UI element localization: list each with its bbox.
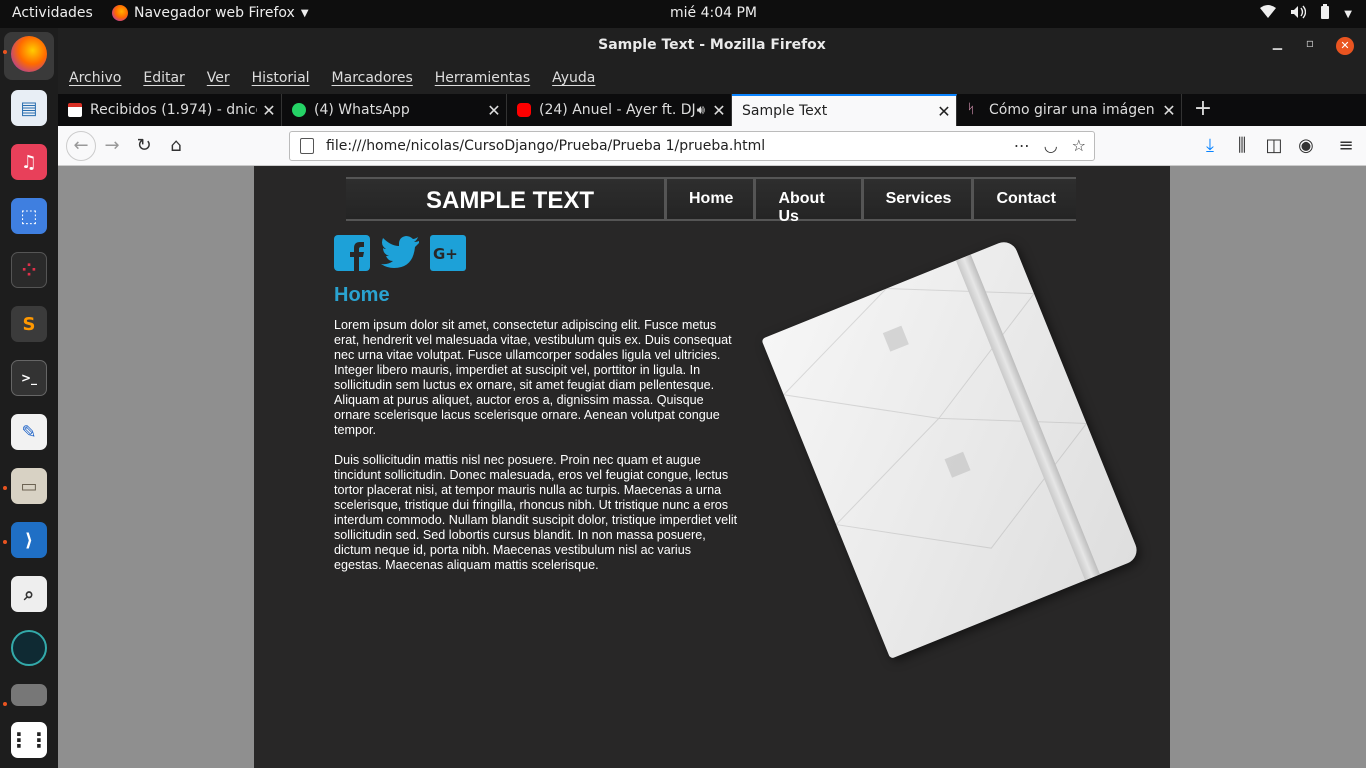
google-plus-icon[interactable]: G+ — [430, 235, 466, 271]
music-icon[interactable]: ♫ — [11, 144, 47, 180]
chevron-down-icon: ▼ — [300, 7, 309, 19]
youtube-icon — [517, 103, 531, 117]
terminal-icon[interactable]: >_ — [11, 360, 47, 396]
nav-about-us[interactable]: About Us — [753, 179, 860, 225]
site-nav: Home About Us Services Contact — [664, 179, 1076, 225]
tab-gmail[interactable]: Recibidos (1.974) - dnicol ✕ — [58, 94, 282, 126]
menu-ver[interactable]: Ver — [196, 64, 241, 94]
menu-editar[interactable]: Editar — [132, 64, 195, 94]
files-icon[interactable]: ▭ — [11, 468, 47, 504]
app-menu[interactable]: Navegador web Firefox ▼ — [112, 5, 309, 21]
site-header: SAMPLE TEXT Home About Us Services Conta… — [346, 177, 1076, 225]
tab-stackoverflow[interactable]: ᛋ Cómo girar una imágen c ✕ — [957, 94, 1182, 126]
window-titlebar[interactable]: Sample Text - Mozilla Firefox ▁ ▫ ✕ — [58, 28, 1366, 64]
firefox-icon[interactable] — [11, 36, 47, 72]
page-viewport: SAMPLE TEXT Home About Us Services Conta… — [58, 166, 1366, 768]
dock: ▤ ♫ ⬚ ⁘ S >_ ✎ ▭ ⟩ ⌕ ⋮⋮ — [0, 28, 58, 768]
body-paragraph-2: Duis sollicitudin mattis nisl nec posuer… — [334, 453, 738, 572]
maximize-icon[interactable]: ▫ — [1306, 36, 1314, 50]
close-tab-icon[interactable]: ✕ — [707, 101, 731, 120]
minimize-icon[interactable]: ▁ — [1273, 36, 1282, 50]
nav-services[interactable]: Services — [860, 179, 972, 219]
document-viewer-icon[interactable]: ▤ — [11, 90, 47, 126]
close-tab-icon[interactable]: ✕ — [482, 101, 506, 120]
system-top-bar: Actividades Navegador web Firefox ▼ mié … — [0, 0, 1366, 28]
navigation-toolbar: ← → ↻ ⌂ ⋯ ◡ ☆ ⤓ ⫼ ◫ ◉ ≡ — [58, 126, 1366, 166]
notebook-pattern — [782, 288, 1088, 549]
page-icon — [300, 138, 314, 154]
bookmark-star-icon[interactable]: ☆ — [1072, 136, 1086, 155]
window-title: Sample Text - Mozilla Firefox — [598, 37, 826, 53]
nav-contact[interactable]: Contact — [971, 179, 1076, 219]
activities-button[interactable]: Actividades — [12, 5, 93, 21]
system-tray[interactable]: ▼ — [1260, 4, 1352, 24]
close-tab-icon[interactable]: ✕ — [1157, 101, 1181, 120]
tab-sample-text[interactable]: Sample Text ✕ — [732, 94, 957, 126]
page-actions-icon[interactable]: ⋯ — [1014, 136, 1030, 155]
close-window-button[interactable]: ✕ — [1336, 37, 1354, 55]
url-bar[interactable]: ⋯ ◡ ☆ — [289, 131, 1095, 161]
running-indicator — [3, 486, 7, 490]
gmail-icon — [68, 103, 82, 117]
screenshot-icon[interactable]: ⬚ — [11, 198, 47, 234]
facebook-icon[interactable] — [334, 235, 370, 271]
notebook-image — [761, 237, 1141, 660]
sidebar-icon[interactable]: ◫ — [1262, 134, 1286, 158]
tab-bar: Recibidos (1.974) - dnicol ✕ (4) WhatsAp… — [58, 94, 1366, 126]
page-container: SAMPLE TEXT Home About Us Services Conta… — [254, 166, 1170, 768]
svg-text:G+: G+ — [433, 245, 458, 263]
menu-historial[interactable]: Historial — [241, 64, 321, 94]
clock[interactable]: mié 4:04 PM — [670, 5, 757, 21]
stackoverflow-icon: ᛋ — [967, 102, 975, 117]
pocket-icon[interactable]: ◡ — [1044, 136, 1058, 155]
close-tab-icon[interactable]: ✕ — [257, 101, 281, 120]
home-button[interactable]: ⌂ — [164, 134, 188, 158]
whatsapp-icon — [292, 103, 306, 117]
tab-youtube[interactable]: (24) Anuel - Ayer ft. DJ 🔊︎ ✕ — [507, 94, 732, 126]
app-menu-label: Navegador web Firefox — [134, 5, 295, 21]
vscode-icon[interactable]: ⟩ — [11, 522, 47, 558]
firefox-icon — [112, 5, 128, 21]
hamburger-menu-icon[interactable]: ≡ — [1334, 134, 1358, 158]
close-tab-icon[interactable]: ✕ — [932, 102, 956, 121]
app-grid-dots-icon[interactable]: ⁘ — [11, 252, 47, 288]
url-input[interactable] — [326, 138, 1006, 154]
library-icon[interactable]: ⫼ — [1230, 134, 1254, 158]
menu-ayuda[interactable]: Ayuda — [541, 64, 606, 94]
menu-marcadores[interactable]: Marcadores — [321, 64, 424, 94]
running-indicator — [3, 540, 7, 544]
show-applications-icon[interactable]: ⋮⋮ — [9, 722, 49, 758]
speaker-icon[interactable]: 🔊︎ — [697, 103, 705, 118]
camera-icon[interactable] — [11, 684, 47, 706]
page-heading: Home — [334, 284, 390, 306]
running-indicator — [3, 50, 7, 54]
menu-herramientas[interactable]: Herramientas — [424, 64, 541, 94]
firefox-window: Sample Text - Mozilla Firefox ▁ ▫ ✕ Arch… — [58, 28, 1366, 768]
forward-button[interactable]: → — [100, 134, 124, 158]
text-editor-icon[interactable]: ✎ — [11, 414, 47, 450]
menu-archivo[interactable]: Archivo — [58, 64, 132, 94]
back-button[interactable]: ← — [66, 131, 96, 161]
new-tab-button[interactable]: + — [1188, 94, 1218, 126]
gitkraken-icon[interactable] — [11, 630, 47, 666]
nav-home[interactable]: Home — [664, 179, 753, 219]
site-logo[interactable]: SAMPLE TEXT — [426, 187, 594, 215]
volume-icon — [1290, 5, 1307, 23]
downloads-icon[interactable]: ⤓ — [1198, 134, 1222, 158]
running-indicator — [3, 702, 7, 706]
tab-whatsapp[interactable]: (4) WhatsApp ✕ — [282, 94, 507, 126]
social-links: G+ — [334, 235, 476, 271]
chevron-down-icon: ▼ — [1344, 8, 1352, 20]
reload-button[interactable]: ↻ — [132, 134, 156, 158]
twitter-icon[interactable] — [380, 235, 420, 271]
menu-bar: Archivo Editar Ver Historial Marcadores … — [58, 64, 1366, 94]
account-icon[interactable]: ◉ — [1294, 134, 1318, 158]
body-paragraph-1: Lorem ipsum dolor sit amet, consectetur … — [334, 318, 732, 437]
search-icon[interactable]: ⌕ — [11, 576, 47, 612]
sublime-text-icon[interactable]: S — [11, 306, 47, 342]
battery-icon — [1320, 4, 1330, 24]
wifi-icon — [1260, 5, 1277, 23]
